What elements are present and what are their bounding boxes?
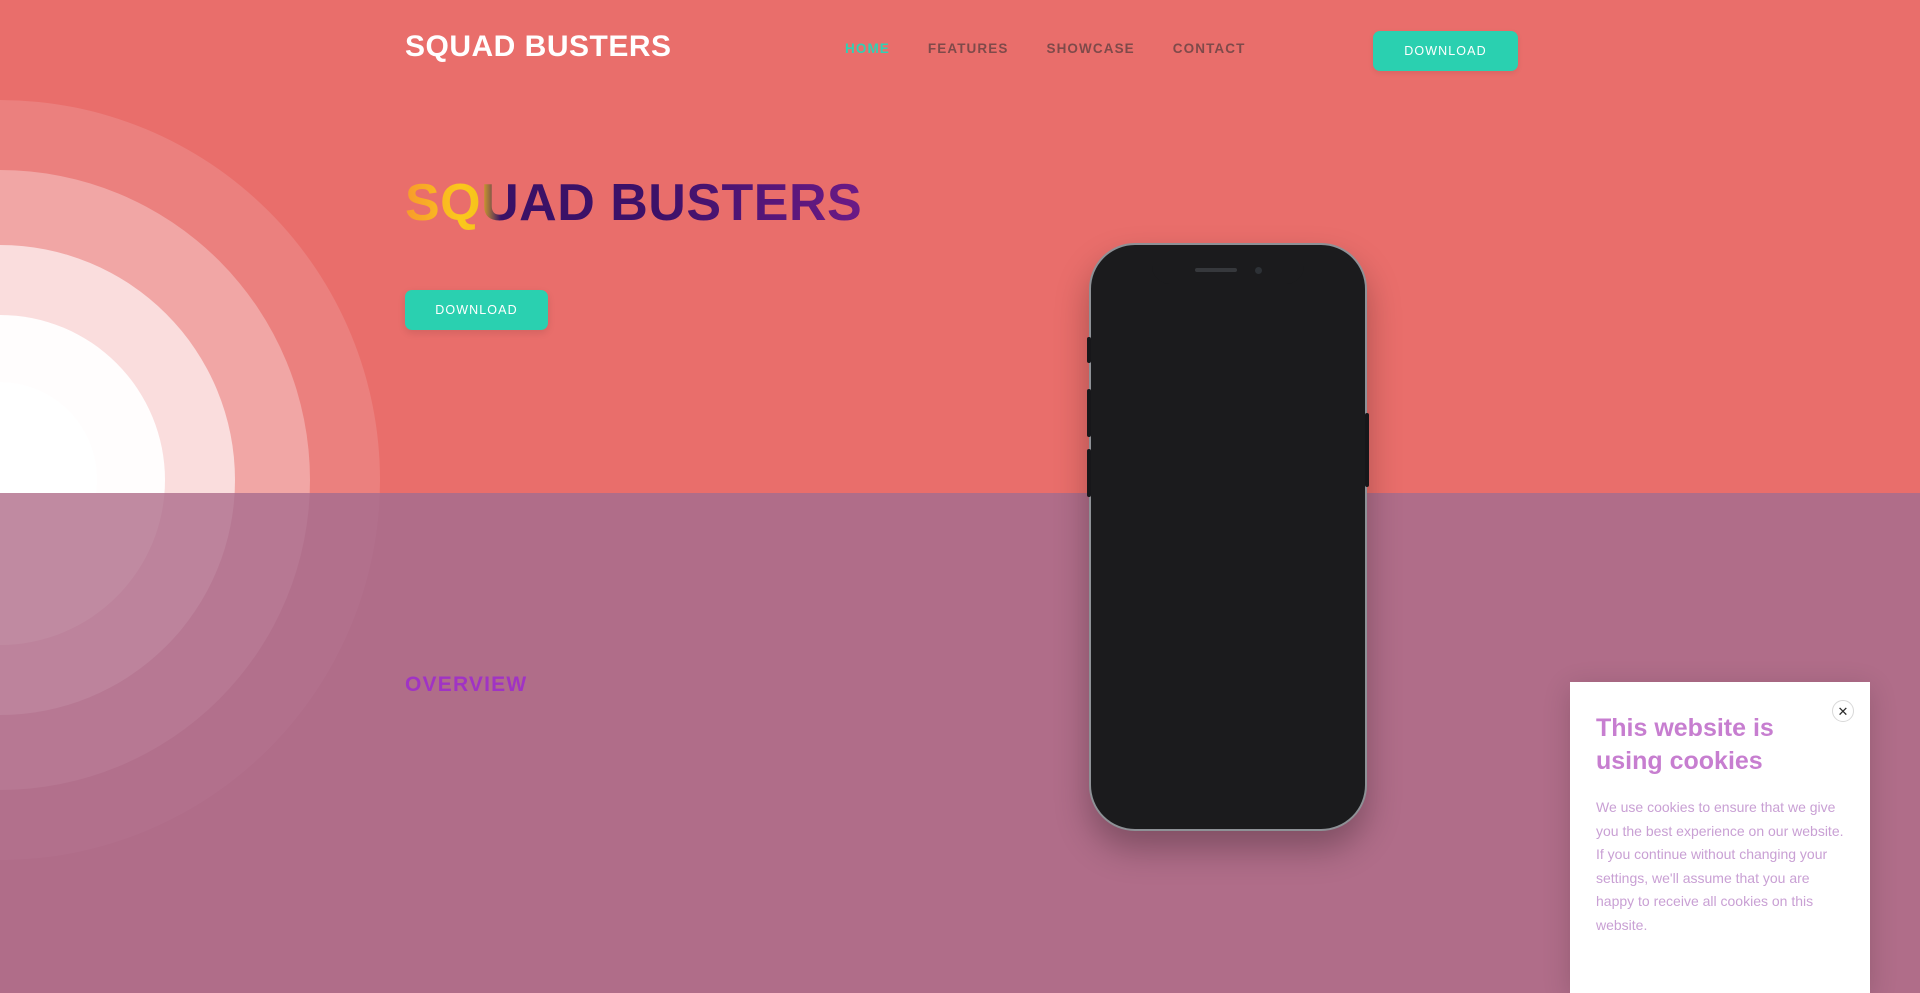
cookie-dialog-heading: This website is using cookies xyxy=(1596,714,1774,775)
phone-volume-up-button xyxy=(1087,389,1091,437)
main-navigation: HOME FEATURES SHOWCASE CONTACT xyxy=(845,41,1245,56)
phone-screen xyxy=(1102,256,1354,818)
nav-item-home[interactable]: HOME xyxy=(845,41,890,56)
phone-mute-switch xyxy=(1087,337,1091,363)
phone-camera-icon xyxy=(1254,266,1262,274)
site-header: SQUAD BUSTERS HOME FEATURES SHOWCASE CON… xyxy=(0,0,1920,82)
overview-section-title: OVERVIEW xyxy=(405,673,528,696)
phone-notch xyxy=(1152,256,1304,284)
cookie-consent-dialog: ✕ This website is using cookies We use c… xyxy=(1570,682,1870,993)
header-download-button[interactable]: DOWNLOAD xyxy=(1373,31,1518,71)
phone-speaker-icon xyxy=(1194,268,1237,272)
cookie-dialog-body: We use cookies to ensure that we give yo… xyxy=(1596,799,1844,933)
close-icon[interactable]: ✕ xyxy=(1832,700,1854,722)
hero-download-button[interactable]: DOWNLOAD xyxy=(405,290,548,331)
nav-item-showcase[interactable]: SHOWCASE xyxy=(1046,41,1134,56)
site-logo[interactable]: SQUAD BUSTERS xyxy=(405,30,672,64)
hero-content: SQUAD BUSTERS DOWNLOAD xyxy=(405,174,863,331)
nav-item-features[interactable]: FEATURES xyxy=(928,41,1009,56)
phone-volume-down-button xyxy=(1087,449,1091,497)
phone-mockup xyxy=(1087,243,1369,831)
hero-title: SQUAD BUSTERS xyxy=(405,174,863,232)
phone-power-button xyxy=(1365,413,1369,487)
landing-page: SQUAD BUSTERS HOME FEATURES SHOWCASE CON… xyxy=(0,0,1920,993)
nav-item-contact[interactable]: CONTACT xyxy=(1173,41,1246,56)
